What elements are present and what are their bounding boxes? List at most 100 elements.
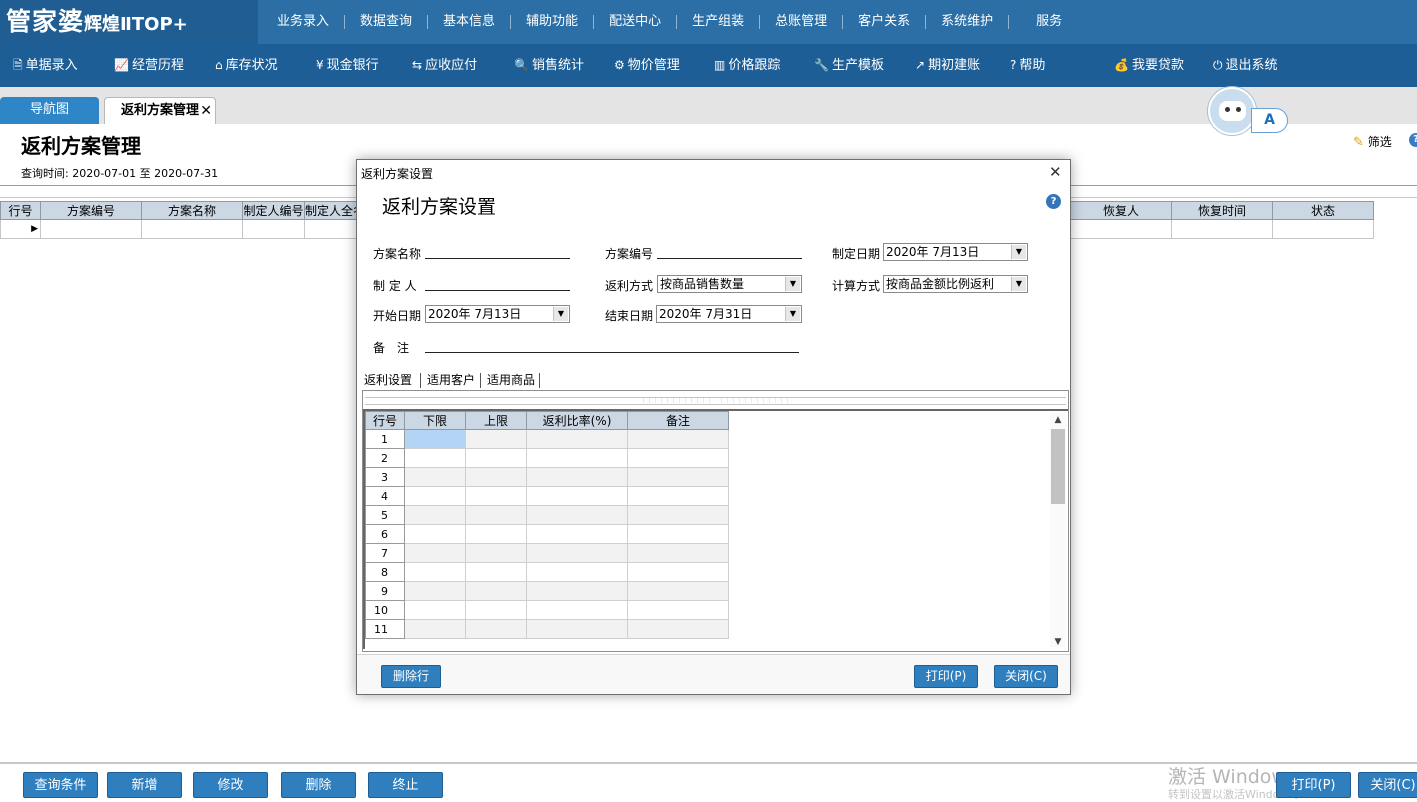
grid-cell[interactable] [627, 467, 729, 487]
nav-business-history[interactable]: 📈 经营历程 [114, 44, 184, 87]
grid-cell[interactable] [404, 505, 466, 525]
tab-rebate-settings[interactable]: 返利设置 [364, 371, 412, 388]
scroll-thumb[interactable] [1051, 429, 1065, 504]
grid-cell[interactable] [404, 581, 466, 601]
grid-cell[interactable] [526, 448, 628, 468]
nav-document-entry[interactable]: 🗎 单据录入 [13, 44, 78, 87]
dialog-print-button[interactable]: 打印(P) [914, 665, 978, 688]
nav-production-template[interactable]: 🔧 生产模板 [814, 44, 884, 87]
table-row[interactable]: 4 [365, 486, 729, 506]
grid-cell[interactable] [526, 429, 628, 449]
assistant-avatar[interactable] [1208, 87, 1256, 135]
table-row[interactable]: 8 [365, 562, 729, 582]
close-icon[interactable]: ✕ [1049, 163, 1062, 181]
print-button[interactable]: 打印(P) [1276, 772, 1351, 798]
table-row[interactable]: 2 [365, 448, 729, 468]
grid-cell[interactable] [526, 524, 628, 544]
scroll-up-icon[interactable]: ▲ [1050, 415, 1066, 425]
filter-button[interactable]: ✎ 筛选 [1353, 133, 1392, 150]
grid-cell[interactable] [141, 219, 243, 239]
scheme-no-field[interactable] [657, 258, 802, 259]
made-date-picker[interactable]: 2020年 7月13日 ▼ [883, 243, 1028, 261]
tab-applicable-products[interactable]: 适用商品 [487, 371, 535, 388]
dropdown-arrow-icon[interactable]: ▼ [785, 307, 800, 321]
grid-cell[interactable] [404, 524, 466, 544]
top-menu-aux-functions[interactable]: 辅助功能 [511, 15, 595, 29]
tab-navigation[interactable]: 导航图 [0, 97, 99, 124]
query-conditions-button[interactable]: 查询条件 [23, 772, 98, 798]
nav-help[interactable]: ? 帮助 [1010, 44, 1045, 87]
grid-cell[interactable] [627, 600, 729, 620]
top-menu-data-query[interactable]: 数据查询 [345, 15, 429, 29]
grid-cell[interactable] [465, 581, 527, 601]
grid-cell[interactable] [1070, 219, 1172, 239]
tab-rebate-scheme[interactable]: 返利方案管理 ✕ [104, 97, 216, 124]
top-menu-basic-info[interactable]: 基本信息 [428, 15, 512, 29]
top-menu-distribution[interactable]: 配送中心 [594, 15, 678, 29]
grid-cell[interactable] [465, 562, 527, 582]
nav-cash-bank[interactable]: ¥ 现金银行 [316, 44, 379, 87]
splitter-handle[interactable]: ⋮⋮⋮⋮⋮⋮⋮⋮⋮⋮⋮⋮ ⋮⋮⋮⋮⋮⋮⋮⋮⋮⋮⋮⋮ [365, 397, 1066, 405]
table-row[interactable]: 10 [365, 600, 729, 620]
top-menu-ledger[interactable]: 总账管理 [760, 15, 844, 29]
grid-cell[interactable] [526, 543, 628, 563]
vertical-scrollbar[interactable]: ▲ ▼ [1050, 413, 1066, 647]
close-button[interactable]: 关闭(C) [1358, 772, 1417, 798]
rebate-mode-select[interactable]: 按商品销售数量 ▼ [657, 275, 802, 293]
nav-price-management[interactable]: ⚙ 物价管理 [614, 44, 680, 87]
rebate-header-remark[interactable]: 备注 [627, 411, 729, 430]
nav-loan[interactable]: 💰 我要贷款 [1114, 44, 1184, 87]
grid-cell[interactable] [465, 600, 527, 620]
grid-cell[interactable] [627, 543, 729, 563]
grid-cell[interactable] [465, 429, 527, 449]
grid-header-scheme-no[interactable]: 方案编号 [40, 201, 142, 220]
table-row[interactable]: 3 [365, 467, 729, 487]
table-row[interactable] [1070, 219, 1374, 239]
grid-cell[interactable] [465, 543, 527, 563]
grid-cell[interactable] [404, 600, 466, 620]
dropdown-arrow-icon[interactable]: ▼ [553, 307, 568, 321]
scheme-name-field[interactable] [425, 258, 570, 259]
nav-opening-accounts[interactable]: ↗ 期初建账 [915, 44, 980, 87]
table-row[interactable]: 6 [365, 524, 729, 544]
scroll-down-icon[interactable]: ▼ [1050, 637, 1066, 647]
terminate-button[interactable]: 终止 [368, 772, 443, 798]
rebate-header-rate[interactable]: 返利比率(%) [526, 411, 628, 430]
dialog-close-button[interactable]: 关闭(C) [994, 665, 1058, 688]
top-menu-production[interactable]: 生产组装 [677, 15, 761, 29]
grid-header-scheme-name[interactable]: 方案名称 [141, 201, 243, 220]
add-button[interactable]: 新增 [107, 772, 182, 798]
close-icon[interactable]: ✕ [200, 98, 212, 124]
grid-header-restore-time[interactable]: 恢复时间 [1171, 201, 1273, 220]
nav-inventory[interactable]: ⌂ 库存状况 [215, 44, 278, 87]
avatar-badge[interactable]: A [1251, 108, 1288, 133]
grid-cell[interactable] [526, 600, 628, 620]
grid-cell[interactable] [627, 619, 729, 639]
grid-header-maker-no[interactable]: 制定人编号 [242, 201, 305, 220]
grid-cell[interactable] [627, 581, 729, 601]
grid-cell[interactable] [404, 429, 466, 449]
top-menu-crm[interactable]: 客户关系 [843, 15, 927, 29]
edit-button[interactable]: 修改 [193, 772, 268, 798]
grid-cell[interactable] [1171, 219, 1273, 239]
delete-row-button[interactable]: 删除行 [381, 665, 441, 688]
top-menu-system[interactable]: 系统维护 [926, 15, 1010, 29]
grid-cell[interactable] [404, 467, 466, 487]
grid-cell[interactable] [404, 486, 466, 506]
grid-cell[interactable] [465, 524, 527, 544]
grid-cell[interactable] [404, 543, 466, 563]
nav-price-tracking[interactable]: ▥ 价格跟踪 [714, 44, 780, 87]
grid-cell[interactable] [627, 448, 729, 468]
top-menu-business-entry[interactable]: 业务录入 [262, 15, 346, 29]
rebate-header-row-no[interactable]: 行号 [365, 411, 405, 430]
nav-receivable-payable[interactable]: ⇆ 应收应付 [412, 44, 477, 87]
start-date-picker[interactable]: 2020年 7月13日 ▼ [425, 305, 570, 323]
grid-cell[interactable] [465, 486, 527, 506]
maker-field[interactable] [425, 290, 570, 291]
top-menu-service[interactable]: 服务 [1009, 15, 1077, 29]
grid-cell[interactable] [40, 219, 142, 239]
grid-cell[interactable] [526, 486, 628, 506]
grid-cell[interactable] [404, 619, 466, 639]
table-row[interactable]: 9 [365, 581, 729, 601]
dropdown-arrow-icon[interactable]: ▼ [1011, 245, 1026, 259]
